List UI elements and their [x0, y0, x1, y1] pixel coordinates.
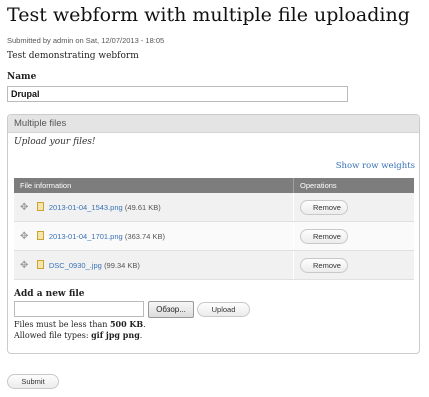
show-row-weights-link[interactable]: Show row weights: [336, 161, 415, 171]
page-title: Test webform with multiple file uploadin…: [7, 4, 410, 26]
name-input[interactable]: Drupal: [7, 86, 348, 102]
file-info-cell: ✥ 2013-01-04_1543.png (49.61 KB): [14, 193, 294, 222]
remove-button[interactable]: Remove: [300, 228, 348, 244]
file-link[interactable]: 2013-01-04_1701.png: [49, 232, 123, 241]
file-size: (99.34 KB): [104, 260, 140, 270]
max-size-value: 500 KB: [109, 319, 144, 329]
intro-text: Test demonstrating webform: [7, 51, 139, 61]
remove-button[interactable]: Remove: [300, 257, 348, 273]
name-label: Name: [7, 72, 37, 82]
file-types-hint-prefix: Allowed file types:: [14, 331, 92, 340]
file-size: (363.74 KB): [124, 231, 165, 241]
table-row: ✥ 2013-01-04_1543.png (49.61 KB) Remove: [14, 193, 414, 222]
file-size-hint: Files must be less than 500 KB.: [14, 319, 146, 329]
column-header-file-information: File information: [14, 178, 294, 193]
operations-cell: Remove: [293, 193, 414, 222]
add-file-label: Add a new file: [14, 289, 85, 299]
table-row: ✥ DSC_0930_.jpg (99.34 KB) Remove: [14, 250, 414, 280]
operations-cell: Remove: [293, 221, 414, 251]
files-table: File information Operations ✥ 2013-01-04…: [14, 178, 414, 280]
file-size-hint-suffix: .: [143, 320, 146, 329]
upload-button[interactable]: Upload: [197, 302, 250, 317]
file-info-cell: ✥ 2013-01-04_1701.png (363.74 KB): [14, 221, 294, 251]
file-info-cell: ✥ DSC_0930_.jpg (99.34 KB): [14, 250, 294, 280]
file-types-hint-suffix: .: [139, 331, 143, 340]
drag-handle-icon[interactable]: ✥: [20, 202, 28, 213]
multiple-files-fieldset: Multiple files Upload your files! Show r…: [7, 114, 420, 354]
file-link[interactable]: 2013-01-04_1543.png: [49, 203, 123, 212]
image-file-icon: [36, 230, 44, 240]
file-types-hint: Allowed file types: gif jpg png.: [14, 330, 142, 340]
file-link[interactable]: DSC_0930_.jpg: [49, 261, 102, 270]
file-path-input[interactable]: [14, 301, 144, 317]
image-file-icon: [36, 201, 44, 211]
table-row: ✥ 2013-01-04_1701.png (363.74 KB) Remove: [14, 221, 414, 251]
operations-cell: Remove: [293, 250, 414, 280]
fieldset-legend: Multiple files: [8, 115, 419, 133]
submit-button[interactable]: Submit: [7, 374, 59, 389]
file-size: (49.61 KB): [124, 202, 161, 212]
file-size-hint-prefix: Files must be less than: [14, 320, 110, 329]
browse-button[interactable]: Обзор...: [148, 301, 194, 318]
fieldset-legend-text: Multiple files: [14, 118, 67, 129]
drag-handle-icon[interactable]: ✥: [20, 260, 28, 271]
allowed-types-value: gif jpg png: [91, 330, 140, 340]
column-header-operations: Operations: [293, 178, 414, 193]
upload-description: Upload your files!: [14, 137, 96, 147]
remove-button[interactable]: Remove: [300, 199, 348, 215]
drag-handle-icon[interactable]: ✥: [20, 231, 28, 242]
image-file-icon: [36, 259, 44, 269]
submitted-info: Submitted by admin on Sat, 12/07/2013 - …: [7, 36, 165, 45]
